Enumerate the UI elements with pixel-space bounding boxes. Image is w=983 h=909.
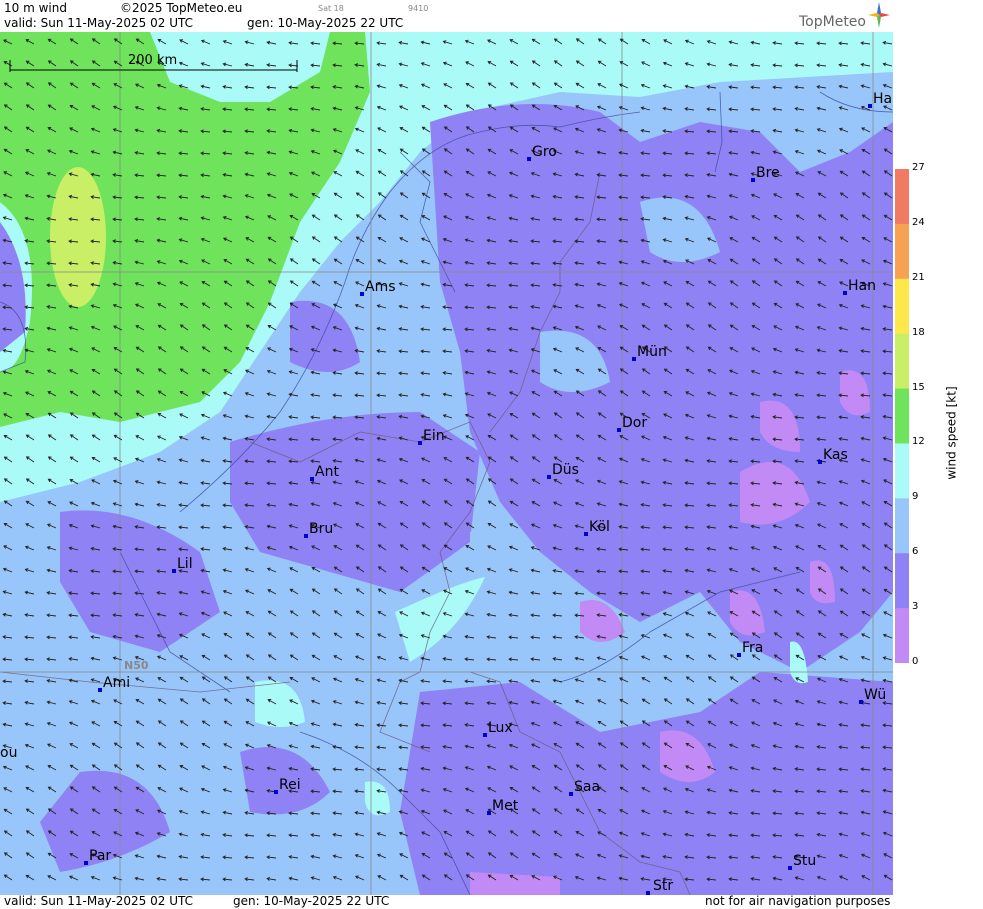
colorbar-band <box>895 498 909 554</box>
colorbar-band <box>895 443 909 499</box>
colorbar-scale <box>895 169 909 663</box>
city-label: Saa <box>574 779 600 795</box>
city-label: Gro <box>532 144 557 160</box>
generated-time: gen: 10-May-2025 22 UTC <box>247 16 404 30</box>
city-label: Mün <box>637 344 667 360</box>
colorbar-band <box>895 223 909 280</box>
city-label: Ant <box>315 464 339 480</box>
colorbar-tick-label: 18 <box>912 326 925 338</box>
disclaimer-text: not for air navigation purposes <box>705 894 891 908</box>
colorbar-band <box>895 388 909 444</box>
colorbar-tick-label: 24 <box>912 216 925 228</box>
city-label: Köl <box>589 519 610 535</box>
code-label: 9410 <box>408 4 429 13</box>
colorbar-tick-label: 15 <box>912 381 925 393</box>
city-label: Met <box>492 798 519 814</box>
colorbar-tick-label: 3 <box>912 601 919 613</box>
colorbar-tick-label: 21 <box>912 271 925 283</box>
colorbar-tick-label: 27 <box>912 162 925 173</box>
city-label: Par <box>89 848 111 864</box>
scale-bar-label: 200 km <box>128 53 177 68</box>
city-label: ou <box>0 745 17 761</box>
city-label: Lux <box>488 720 513 736</box>
city-label: Ha <box>873 91 892 107</box>
wind-map[interactable]: 200 km N50 Gro Bre Ha Ams Han Mün Dor Ei… <box>0 32 893 895</box>
colorbar-tick-label: 12 <box>912 436 925 448</box>
city-label: Fra <box>742 640 763 656</box>
sat-label: Sat 18 <box>318 4 344 13</box>
city-label: Ami <box>103 675 130 691</box>
brand-logo-text[interactable]: TopMeteo <box>799 14 866 30</box>
city-label: Ein <box>423 428 445 444</box>
colorbar-tick-label: 6 <box>912 546 919 558</box>
footer-valid-time: valid: Sun 11-May-2025 02 UTC <box>4 894 193 908</box>
city-label: Str <box>653 878 673 894</box>
product-title: 10 m wind <box>4 1 67 15</box>
valid-time: valid: Sun 11-May-2025 02 UTC <box>4 16 193 30</box>
city-label: Dor <box>622 415 647 431</box>
city-label: Düs <box>552 462 579 478</box>
colorbar-tick-label: 0 <box>912 656 919 667</box>
city-label: Wü <box>864 687 886 703</box>
colorbar-band <box>895 333 909 390</box>
legend-title: wind speed [kt] <box>944 386 959 480</box>
footer-generated-time: gen: 10-May-2025 22 UTC <box>233 894 390 908</box>
copyright-text: ©2025 TopMeteo.eu <box>120 1 243 15</box>
city-label: Bru <box>309 521 333 537</box>
colorbar-band <box>895 608 909 663</box>
city-label: Rei <box>279 777 301 793</box>
colorbar-band <box>895 278 909 335</box>
city-label: Han <box>848 278 876 294</box>
colorbar-tick-label: 9 <box>912 491 919 503</box>
header-bar: 10 m wind ©2025 TopMeteo.eu Sat 18 9410 … <box>0 0 893 32</box>
colorbar-band <box>895 169 909 225</box>
legend-colorbar: 27 24 21 18 15 12 9 6 3 0 <box>893 0 983 909</box>
city-label: Kas <box>823 447 848 463</box>
wind-map-canvas: 200 km N50 Gro Bre Ha Ams Han Mün Dor Ei… <box>0 32 893 895</box>
latitude-label: N50 <box>124 659 149 672</box>
colorbar-band <box>895 553 909 609</box>
compass-logo-icon <box>868 2 890 28</box>
city-label: Ams <box>365 279 396 295</box>
city-label: Stu <box>793 853 816 869</box>
city-label: Bre <box>756 165 780 181</box>
footer-bar: valid: Sun 11-May-2025 02 UTC gen: 10-Ma… <box>0 894 893 909</box>
city-label: Lil <box>177 556 193 572</box>
